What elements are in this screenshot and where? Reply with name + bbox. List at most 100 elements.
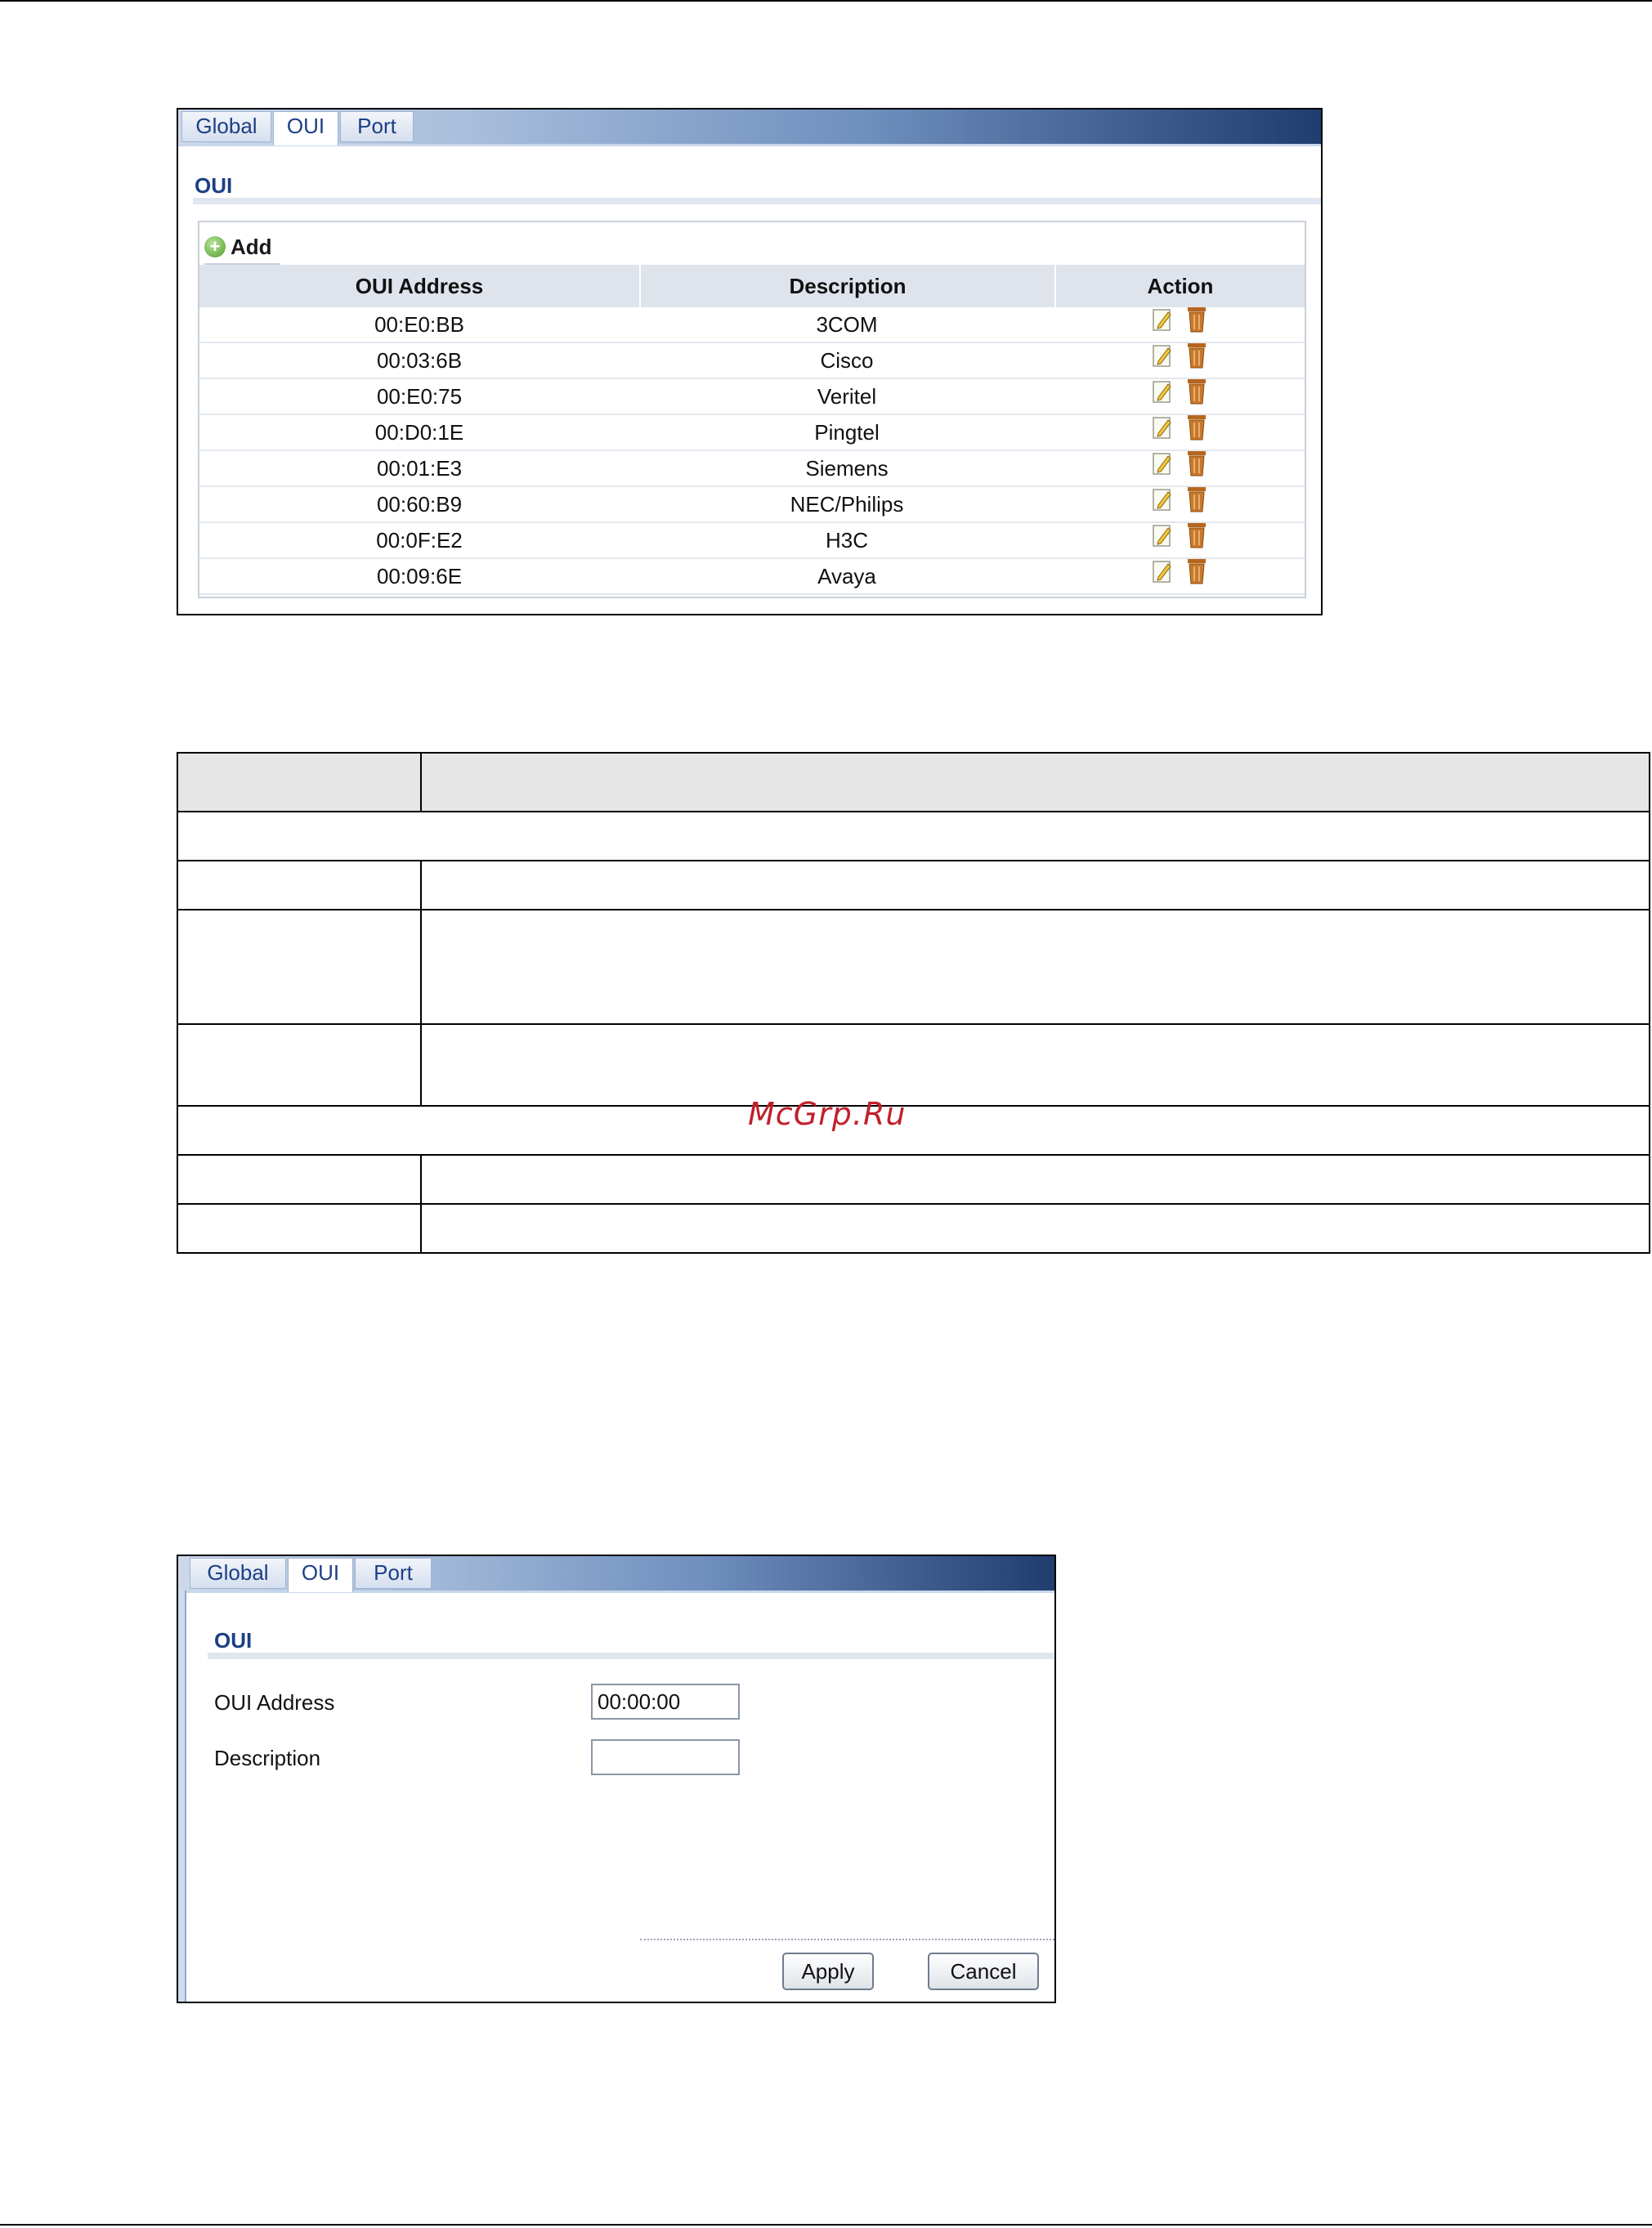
table-row — [177, 860, 1650, 910]
description-cell: Cisco — [820, 348, 874, 373]
table-cell — [420, 1154, 1650, 1205]
action-cell — [1054, 523, 1305, 557]
description-cell: Veritel — [817, 384, 877, 409]
description-cell: Avaya — [817, 564, 876, 588]
action-cell — [1054, 343, 1305, 378]
add-button[interactable]: + Add — [204, 230, 280, 265]
table-cell — [177, 1105, 1650, 1156]
oui-address-cell: 00:D0:1E — [374, 420, 464, 445]
action-cell — [1054, 379, 1305, 414]
left-frame-edge — [178, 1590, 186, 2002]
delete-icon[interactable] — [1186, 414, 1207, 451]
column-header-description[interactable]: Description — [639, 265, 1054, 307]
edit-icon[interactable] — [1152, 307, 1173, 342]
tab-oui[interactable]: OUI — [273, 111, 338, 145]
action-cell — [1054, 415, 1305, 450]
tab-bar: Global OUI Port — [178, 1556, 1054, 1593]
oui-address-cell: 00:E0:75 — [376, 384, 463, 409]
oui-address-cell: 00:09:6E — [376, 564, 463, 588]
page-top-rule — [0, 0, 1652, 2]
table-cell — [420, 909, 1650, 1025]
header-cell-description — [420, 752, 1650, 812]
delete-icon[interactable] — [1186, 342, 1207, 379]
action-cell — [1054, 559, 1305, 593]
table-cell — [177, 811, 1650, 861]
tab-port[interactable]: Port — [355, 1558, 432, 1589]
tab-global[interactable]: Global — [190, 1558, 286, 1589]
edit-icon[interactable] — [1152, 487, 1173, 521]
tab-global[interactable]: Global — [181, 111, 271, 142]
description-label: Description — [214, 1746, 321, 1770]
table-row — [177, 1154, 1650, 1205]
edit-icon[interactable] — [1152, 523, 1173, 557]
action-cell — [1054, 451, 1305, 485]
table-cell — [420, 860, 1650, 910]
edit-icon[interactable] — [1152, 415, 1173, 450]
table-row: 00:01:E3 Siemens — [199, 451, 1305, 487]
description-cell: NEC/Philips — [790, 492, 904, 517]
delete-icon[interactable] — [1186, 306, 1207, 343]
section-title: OUI — [214, 1628, 253, 1653]
description-cell: Siemens — [805, 456, 889, 481]
table-row: 00:E0:75 Veritel — [199, 379, 1305, 415]
add-label: Add — [231, 234, 272, 259]
table-cell — [420, 1203, 1650, 1254]
table-row — [177, 1023, 1650, 1107]
table-row — [177, 811, 1650, 861]
table-row: 00:60:B9 NEC/Philips — [199, 487, 1305, 523]
oui-address-cell: 00:E0:BB — [374, 312, 464, 337]
tab-oui[interactable]: OUI — [288, 1558, 353, 1592]
edit-icon[interactable] — [1152, 379, 1173, 414]
table-row: 00:03:6B Cisco — [199, 343, 1305, 379]
oui-address-cell: 00:0F:E2 — [376, 528, 463, 553]
action-cell — [1054, 307, 1305, 342]
table-cell — [177, 1203, 422, 1254]
section-divider — [193, 198, 1321, 204]
table-row: 00:09:6E Avaya — [199, 559, 1305, 595]
button-area-divider — [640, 1939, 1054, 1940]
section-title: OUI — [195, 173, 233, 198]
delete-icon[interactable] — [1186, 521, 1207, 559]
description-cell: 3COM — [816, 312, 878, 337]
delete-icon[interactable] — [1186, 485, 1207, 523]
table-cell — [177, 909, 422, 1025]
delete-icon[interactable] — [1186, 557, 1207, 595]
apply-button[interactable]: Apply — [782, 1953, 874, 1990]
oui-add-screenshot: Global OUI Port OUI OUI Address Descript… — [177, 1555, 1056, 2003]
tab-port[interactable]: Port — [340, 111, 414, 142]
tab-bar: Global OUI Port — [178, 110, 1321, 146]
cancel-button[interactable]: Cancel — [928, 1953, 1039, 1990]
oui-address-input[interactable] — [591, 1684, 740, 1720]
table-row — [177, 1203, 1650, 1254]
table-cell — [177, 1023, 422, 1107]
oui-address-label: OUI Address — [214, 1690, 335, 1715]
oui-address-cell: 00:01:E3 — [376, 456, 463, 481]
header-cell-label — [177, 752, 422, 812]
action-cell — [1054, 487, 1305, 521]
description-cell: H3C — [825, 528, 868, 553]
table-cell — [177, 1154, 422, 1205]
oui-address-cell: 00:03:6B — [376, 348, 463, 373]
add-icon: + — [204, 236, 226, 257]
oui-address-cell: 00:60:B9 — [376, 492, 463, 517]
delete-icon[interactable] — [1186, 450, 1207, 487]
field-description-table — [177, 752, 1650, 1254]
edit-icon[interactable] — [1152, 559, 1173, 593]
table-row: 00:E0:BB 3COM — [199, 307, 1305, 343]
table-cell — [177, 860, 422, 910]
oui-list-screenshot: Global OUI Port OUI + Add OUI Address De… — [177, 108, 1323, 615]
table-row — [177, 909, 1650, 1025]
description-input[interactable] — [591, 1739, 740, 1775]
watermark-text: McGrp.Ru — [748, 1096, 907, 1132]
table-header-row — [177, 752, 1650, 812]
description-cell: Pingtel — [814, 420, 880, 445]
edit-icon[interactable] — [1152, 343, 1173, 378]
edit-icon[interactable] — [1152, 451, 1173, 485]
table-row: 00:0F:E2 H3C — [199, 523, 1305, 559]
delete-icon[interactable] — [1186, 378, 1207, 415]
oui-table: + Add OUI Address Description Action 00:… — [198, 221, 1306, 598]
column-header-oui-address[interactable]: OUI Address — [199, 265, 639, 307]
table-cell — [420, 1023, 1650, 1107]
page-bottom-rule — [0, 2224, 1652, 2226]
section-divider — [208, 1653, 1054, 1659]
